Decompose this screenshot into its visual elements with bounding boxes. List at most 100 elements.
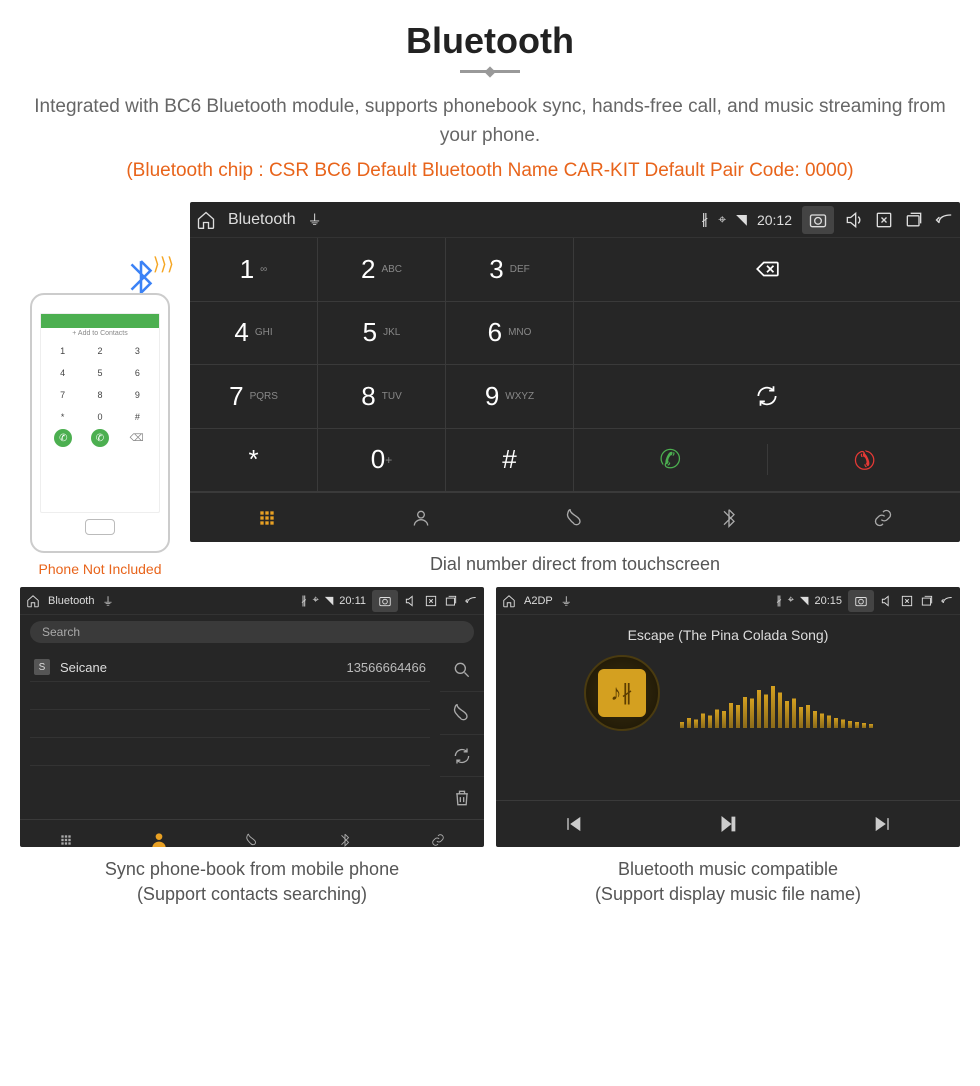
dialer-statusbar: Bluetooth ⏚ ∦ ⌖ ◥ 20:12 [190,202,960,238]
clock: 20:12 [757,212,792,228]
tab-recents[interactable] [206,820,299,847]
location-icon: ⌖ [788,594,794,607]
bluetooth-status-icon: ∦ [301,594,307,607]
next-button[interactable] [805,801,960,847]
screenshot-icon[interactable] [802,206,834,234]
tab-link[interactable] [806,493,960,542]
delete-icon[interactable] [440,777,484,819]
tab-bluetooth[interactable] [652,493,806,542]
clock: 20:15 [814,595,842,607]
usb-icon: ⏚ [561,593,572,609]
equalizer [680,658,873,728]
volume-icon[interactable] [880,594,894,608]
key-6[interactable]: 6MNO [446,302,574,366]
tab-contacts[interactable] [113,820,206,847]
tab-keypad[interactable] [190,493,344,542]
phonebook-panel: Bluetooth ⏚ ∦ ⌖ ◥ 20:11 S [20,587,484,847]
key-9[interactable]: 9WXYZ [446,365,574,429]
call-button[interactable]: ✆ [574,444,768,475]
music-bluetooth-icon: ♪∦ [598,669,646,717]
contact-row-empty [30,710,430,738]
music-panel: A2DP ⏚ ∦ ⌖ ◥ 20:15 [496,587,960,847]
phonebook-caption: Sync phone-book from mobile phone (Suppo… [20,857,484,907]
screenshot-icon[interactable] [848,590,874,612]
contact-row[interactable]: S Seicane 13566664466 [30,653,430,682]
call-icon[interactable] [440,692,484,735]
album-art: ♪∦ [584,655,660,731]
bluetooth-status-icon: ∦ [701,211,708,228]
phone-caption: Phone Not Included [20,561,180,577]
page-title: Bluetooth [20,20,960,62]
statusbar-title: Bluetooth [228,211,296,229]
key-star[interactable]: * [190,429,318,493]
recent-apps-icon[interactable] [904,210,924,230]
close-app-icon[interactable] [900,594,914,608]
sync-icon[interactable] [440,735,484,778]
location-icon: ⌖ [313,594,319,607]
key-3[interactable]: 3DEF [446,238,574,302]
contact-number: 13566664466 [346,660,426,675]
play-pause-button[interactable] [651,801,806,847]
volume-icon[interactable] [844,210,864,230]
back-icon[interactable] [934,210,954,230]
close-app-icon[interactable] [874,210,894,230]
subtitle: Integrated with BC6 Bluetooth module, su… [20,93,960,150]
key-1[interactable]: 1∞ [190,238,318,302]
dialer-keypad: 1∞ 2ABC 3DEF 4GHI 5JKL 6MNO 7PQRS 8TUV 9… [190,238,574,492]
recent-apps-icon[interactable] [920,594,934,608]
phone-mock-keypad: 123 456 789 *0# [45,341,155,427]
tab-link[interactable] [391,820,484,847]
back-icon[interactable] [464,594,478,608]
hangup-button[interactable]: ✆ [768,444,961,475]
wifi-icon: ◥ [800,594,808,607]
empty-row [574,302,960,366]
dialer-tabs [190,492,960,542]
home-icon[interactable] [26,594,40,608]
bluetooth-icon: ⟩⟩⟩ [122,258,160,296]
key-0[interactable]: 0+ [318,429,446,493]
prev-button[interactable] [496,801,651,847]
clock: 20:11 [339,595,366,607]
key-8[interactable]: 8TUV [318,365,446,429]
screenshot-icon[interactable] [372,590,398,612]
usb-icon: ⏚ [308,210,322,230]
music-caption: Bluetooth music compatible (Support disp… [496,857,960,907]
home-icon[interactable] [196,210,216,230]
add-contacts-label: + Add to Contacts [45,330,155,337]
contact-name: Seicane [60,660,107,675]
volume-icon[interactable] [404,594,418,608]
wifi-icon: ◥ [325,594,333,607]
wifi-icon: ◥ [736,211,747,228]
tab-recents[interactable] [498,493,652,542]
statusbar-title: Bluetooth [48,595,94,607]
phone-mockup: + Add to Contacts 123 456 789 *0# ✆ ✆ ⌫ [30,293,170,553]
dialer-panel: Bluetooth ⏚ ∦ ⌖ ◥ 20:12 [190,202,960,542]
music-controls [496,800,960,847]
key-4[interactable]: 4GHI [190,302,318,366]
statusbar-title: A2DP [524,595,553,607]
contact-row-empty [30,682,430,710]
search-icon[interactable] [440,649,484,692]
song-title: Escape (The Pina Colada Song) [628,627,829,643]
tab-contacts[interactable] [344,493,498,542]
location-icon: ⌖ [718,211,726,228]
sync-button[interactable] [574,365,960,429]
contact-badge: S [34,659,50,675]
search-input[interactable]: Search [30,621,474,643]
key-2[interactable]: 2ABC [318,238,446,302]
tab-bluetooth[interactable] [298,820,391,847]
dialer-caption: Dial number direct from touchscreen [190,552,960,577]
backspace-button[interactable] [574,238,960,302]
tab-keypad[interactable] [20,820,113,847]
home-icon[interactable] [502,594,516,608]
back-icon[interactable] [940,594,954,608]
bluetooth-status-icon: ∦ [776,594,782,607]
key-hash[interactable]: # [446,429,574,493]
bluetooth-spec-info: (Bluetooth chip : CSR BC6 Default Blueto… [20,160,960,182]
key-7[interactable]: 7PQRS [190,365,318,429]
title-divider [460,70,520,73]
contact-row-empty [30,766,430,794]
key-5[interactable]: 5JKL [318,302,446,366]
recent-apps-icon[interactable] [444,594,458,608]
close-app-icon[interactable] [424,594,438,608]
